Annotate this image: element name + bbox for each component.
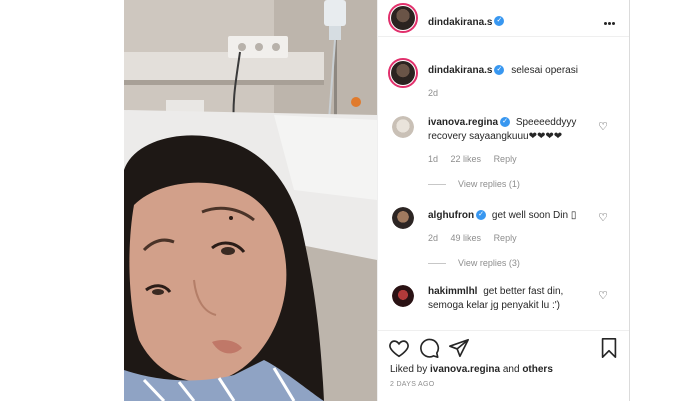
view-replies-link[interactable]: View replies (1)	[428, 177, 520, 191]
view-replies-label[interactable]: View replies (3)	[458, 258, 520, 268]
commenter-avatar[interactable]	[392, 207, 414, 229]
comment-age: 2d	[428, 233, 439, 243]
reply-button[interactable]: Reply	[494, 154, 517, 164]
caption-avatar-image	[391, 61, 415, 85]
liked-by-text: Liked by ivanova.regina and others	[390, 364, 553, 375]
author-avatar-image	[391, 6, 415, 30]
liked-by-user[interactable]: ivanova.regina	[430, 364, 500, 375]
comment-text-line2: recovery sayaangkuuu❤❤❤❤	[428, 131, 563, 142]
commenter-avatar[interactable]	[392, 285, 414, 307]
verified-badge-icon: ✓	[494, 65, 505, 76]
post-header: dindakirana.s ✓	[378, 0, 630, 37]
author-avatar[interactable]	[388, 3, 418, 33]
commenter-avatar-image	[392, 285, 414, 307]
reply-button[interactable]: Reply	[494, 233, 517, 243]
comment-meta: 2d 49 likes Reply	[428, 231, 527, 245]
comment-text-row: hakimmlhl get better fast din,	[428, 285, 563, 299]
liked-by-others[interactable]: others	[522, 364, 553, 375]
commenter-avatar[interactable]	[392, 116, 414, 138]
bookmark-icon[interactable]	[598, 337, 620, 359]
comment-text: Speeeeddyyy	[515, 117, 577, 128]
verified-badge-icon: ✓	[476, 210, 487, 221]
caption-username[interactable]: dindakirana.s	[428, 65, 492, 76]
comment-text-row: alghufron ✓ get well soon Din ▯	[428, 209, 576, 223]
view-replies-link[interactable]: View replies (3)	[428, 256, 520, 270]
instagram-post-modal: dindakirana.s ✓ dindakirana.s ✓ selesai op…	[0, 0, 700, 401]
comment-text-line2: semoga kelar jg penyakit lu :')	[428, 300, 560, 311]
comment-text: get well soon Din ▯	[491, 210, 577, 221]
author-name-row: dindakirana.s ✓	[428, 12, 505, 30]
comment-item: alghufron ✓ get well soon Din ▯ 2d 49 lik…	[378, 207, 630, 277]
replies-divider	[428, 263, 446, 265]
verified-badge-icon: ✓	[494, 15, 505, 26]
heart-icon[interactable]: ♡	[598, 120, 608, 134]
caption-meta: 2d	[428, 86, 448, 100]
caption-text-row: dindakirana.s ✓ selesai operasi	[428, 64, 578, 78]
comment-text-row: ivanova.regina ✓ Speeeeddyyy	[428, 116, 576, 130]
comment-item: ivanova.regina ✓ Speeeeddyyy recovery say…	[378, 112, 630, 192]
commenter-username[interactable]: ivanova.regina	[428, 117, 498, 128]
post-actions: Liked by ivanova.regina and others 2 DAY…	[378, 330, 630, 400]
commenter-avatar-image	[392, 116, 414, 138]
liked-by-prefix: Liked by	[390, 364, 428, 375]
replies-divider	[428, 184, 446, 186]
caption-text: selesai operasi	[511, 65, 578, 76]
comment-meta: 1d 22 likes Reply	[428, 152, 527, 166]
post-photo-illustration	[124, 0, 377, 401]
comment-likes[interactable]: 49 likes	[451, 233, 482, 243]
right-margin	[629, 0, 700, 401]
verified-badge-icon: ✓	[500, 117, 511, 128]
left-margin	[0, 0, 124, 401]
comment-age: 1d	[428, 154, 439, 164]
commenter-username[interactable]: alghufron	[428, 210, 474, 221]
commenter-username[interactable]: hakimmlhl	[428, 286, 477, 297]
post-timestamp[interactable]: 2 DAYS AGO	[390, 381, 435, 388]
post-photo[interactable]	[124, 0, 377, 401]
comment-item: hakimmlhl get better fast din, semoga ke…	[378, 285, 630, 325]
heart-icon[interactable]: ♡	[598, 211, 608, 225]
view-replies-label[interactable]: View replies (1)	[458, 179, 520, 189]
post-side-panel: dindakirana.s ✓ dindakirana.s ✓ selesai op…	[377, 0, 630, 401]
author-username[interactable]: dindakirana.s	[428, 17, 492, 28]
heart-icon[interactable]	[388, 337, 410, 359]
share-icon[interactable]	[448, 337, 470, 359]
caption-row: dindakirana.s ✓ selesai operasi 2d	[378, 58, 630, 98]
comment-likes[interactable]: 22 likes	[451, 154, 482, 164]
caption-age: 2d	[428, 88, 439, 98]
heart-icon[interactable]: ♡	[598, 289, 608, 303]
commenter-avatar-image	[392, 207, 414, 229]
comment-icon[interactable]	[418, 337, 440, 359]
liked-by-and: and	[502, 364, 520, 375]
caption-avatar[interactable]	[388, 58, 418, 88]
more-options-icon[interactable]	[604, 12, 618, 25]
comment-text: get better fast din,	[483, 286, 564, 297]
